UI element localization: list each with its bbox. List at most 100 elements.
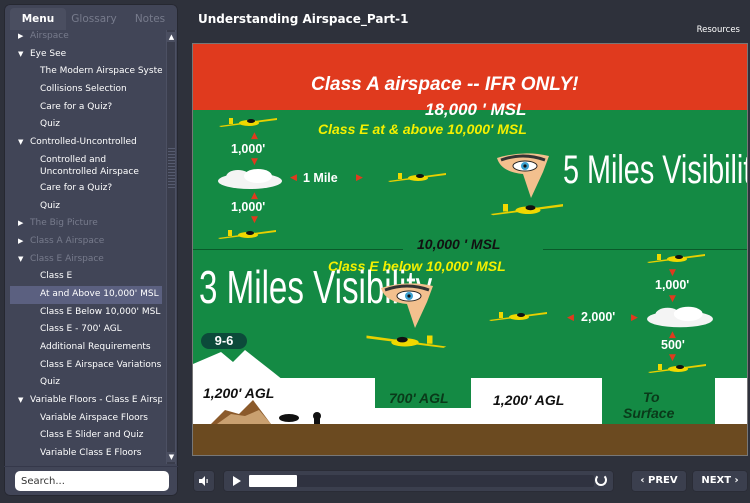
menu-item-label: Class E Slider and Quiz bbox=[40, 430, 144, 441]
class-e-above-title: Class E at & above 10,000' MSL bbox=[318, 121, 527, 137]
expand-down-icon[interactable]: ▼ bbox=[18, 251, 23, 269]
mountain-icon bbox=[193, 350, 283, 380]
scroll-down-icon[interactable]: ▼ bbox=[167, 452, 176, 462]
prev-label: ‹ PREV bbox=[640, 475, 678, 486]
menu-section[interactable]: ▶ Airspace bbox=[10, 28, 162, 46]
airplane-icon bbox=[218, 230, 276, 239]
menu-item[interactable]: Class E Airspace Variations bbox=[10, 357, 162, 375]
menu-item-label: At and Above 10,000' MSL bbox=[40, 288, 159, 299]
menu-item[interactable]: Care for a Quiz? bbox=[10, 99, 162, 117]
menu-item[interactable]: Class E Below 10,000' MSL bbox=[10, 304, 162, 322]
expand-down-icon[interactable]: ▼ bbox=[18, 392, 23, 410]
search-input[interactable] bbox=[15, 471, 169, 491]
menu-section[interactable]: ▶ The Big Picture bbox=[10, 215, 162, 233]
airplane-icon bbox=[648, 364, 706, 373]
menu-section[interactable]: ▼ Eye See bbox=[10, 46, 162, 64]
msl-10000-label: 10,000 ' MSL bbox=[417, 236, 501, 252]
menu-item[interactable]: Variable Airspace Floors bbox=[10, 410, 162, 428]
above-visibility-label: 5 Miles Visibility bbox=[563, 148, 748, 192]
search-area bbox=[4, 466, 178, 496]
menu-item[interactable]: Collisions Selection bbox=[10, 81, 162, 99]
airplane-icon bbox=[219, 118, 277, 127]
menu-item-label: Class E - 700' AGL bbox=[40, 324, 122, 335]
menu-item[interactable]: Class E bbox=[10, 268, 162, 286]
menu-item[interactable]: Quiz bbox=[10, 374, 162, 392]
menu-item[interactable]: Quiz bbox=[10, 198, 162, 216]
menu-item-label: Controlled and Uncontrolled Airspace bbox=[40, 154, 139, 177]
resources-link[interactable]: Resources bbox=[697, 25, 740, 35]
menu-item-label: Quiz bbox=[40, 377, 61, 388]
cloud-icon bbox=[218, 169, 282, 189]
hill-icon bbox=[211, 400, 271, 424]
arrow-right-icon: ▶ bbox=[356, 173, 363, 183]
volume-button[interactable] bbox=[193, 470, 215, 492]
prev-button[interactable]: ‹ PREV bbox=[631, 470, 687, 492]
menu-item-label: Airspace bbox=[30, 31, 69, 41]
menu-item-label: Variable Airspace Floors bbox=[40, 412, 148, 423]
expand-right-icon[interactable]: ▶ bbox=[18, 233, 23, 251]
menu-item-label: Class E bbox=[40, 271, 73, 282]
scroll-up-icon[interactable]: ▲ bbox=[167, 32, 176, 42]
arrow-down-icon: ▼ bbox=[251, 215, 258, 225]
slide-content: Class A airspace -- IFR ONLY! 18,000 ' M… bbox=[192, 43, 748, 456]
progress-track[interactable] bbox=[249, 475, 594, 487]
menu-item[interactable]: Class E Slider and Quiz bbox=[10, 427, 162, 445]
replay-icon[interactable] bbox=[595, 474, 607, 486]
speaker-icon bbox=[199, 476, 208, 486]
menu-item-label: Collisions Selection bbox=[40, 84, 127, 95]
sidebar: Menu Glossary Notes ▶ Airspace ▼ Eye See The… bbox=[4, 4, 178, 496]
below-vert-bottom-label: 500' bbox=[661, 338, 685, 352]
agl-700-floor bbox=[375, 408, 471, 424]
arrow-left-icon: ◀ bbox=[567, 313, 574, 323]
sidebar-tabs: Menu Glossary Notes bbox=[10, 8, 178, 30]
menu-section[interactable]: ▼ Class E Airspace bbox=[10, 251, 162, 269]
expand-right-icon[interactable]: ▶ bbox=[18, 28, 23, 46]
arrow-left-icon: ◀ bbox=[290, 173, 297, 183]
menu-section[interactable]: ▼ Variable Floors - Class E Airspace bbox=[10, 392, 162, 410]
eye-icon bbox=[381, 283, 433, 328]
class-a-title: Class A airspace -- IFR ONLY! bbox=[311, 74, 579, 95]
menu-item-label: Eye See bbox=[30, 48, 67, 59]
menu-item-label: Variable Class E Floors bbox=[40, 448, 142, 459]
below-horiz-label: 2,000' bbox=[581, 310, 616, 324]
expand-down-icon[interactable]: ▼ bbox=[18, 46, 23, 64]
menu-item[interactable]: Variable Class E Floors bbox=[10, 445, 162, 463]
page-badge: 9-6 bbox=[201, 333, 247, 349]
white-floor-edge bbox=[715, 378, 747, 424]
next-button[interactable]: NEXT › bbox=[692, 470, 748, 492]
tab-menu[interactable]: Menu bbox=[10, 8, 66, 30]
expand-down-icon[interactable]: ▼ bbox=[18, 134, 23, 152]
to-surface-label-2: Surface bbox=[623, 405, 675, 421]
airplane-icon bbox=[489, 312, 547, 321]
menu-section[interactable]: ▼ Controlled-Uncontrolled bbox=[10, 134, 162, 152]
menu-item[interactable]: Controlled and Uncontrolled Airspace bbox=[10, 152, 162, 180]
arrow-down-icon: ▼ bbox=[251, 157, 258, 167]
airplane-icon bbox=[388, 173, 446, 182]
scrollbar-thumb[interactable] bbox=[168, 148, 175, 188]
expand-right-icon[interactable]: ▶ bbox=[18, 215, 23, 233]
tab-notes[interactable]: Notes bbox=[122, 8, 178, 30]
menu-item[interactable]: Care for a Quiz? bbox=[10, 180, 162, 198]
airplane-icon bbox=[490, 204, 563, 216]
menu-section[interactable]: ▶ Class A Airspace bbox=[10, 233, 162, 251]
menu-item[interactable]: Additional Requirements bbox=[10, 339, 162, 357]
progress-fill bbox=[249, 475, 298, 487]
next-label: NEXT › bbox=[701, 475, 739, 486]
arrow-up-icon: ▲ bbox=[251, 131, 258, 141]
agl-1200-left-label: 1,200' AGL bbox=[203, 385, 275, 401]
media-player bbox=[223, 470, 614, 492]
menu-item-label: Class A Airspace bbox=[30, 235, 105, 246]
menu-item-label: The Big Picture bbox=[30, 218, 98, 229]
menu-item[interactable]: The Modern Airspace System bbox=[10, 63, 162, 81]
menu-item[interactable]: Class E - 700' AGL bbox=[10, 321, 162, 339]
menu-item-label: Class E Airspace bbox=[30, 253, 104, 264]
menu-scrollbar[interactable]: ▲ ▼ bbox=[166, 30, 176, 464]
tab-glossary[interactable]: Glossary bbox=[66, 8, 122, 30]
menu-item[interactable]: At and Above 10,000' MSL bbox=[10, 285, 162, 304]
eye-icon bbox=[497, 153, 549, 198]
menu-item[interactable]: Quiz bbox=[10, 116, 162, 134]
arrow-down-icon: ▼ bbox=[669, 268, 676, 278]
course-title: Understanding Airspace_Part-1 bbox=[198, 12, 409, 26]
play-icon[interactable] bbox=[233, 476, 241, 486]
ground bbox=[193, 424, 747, 455]
